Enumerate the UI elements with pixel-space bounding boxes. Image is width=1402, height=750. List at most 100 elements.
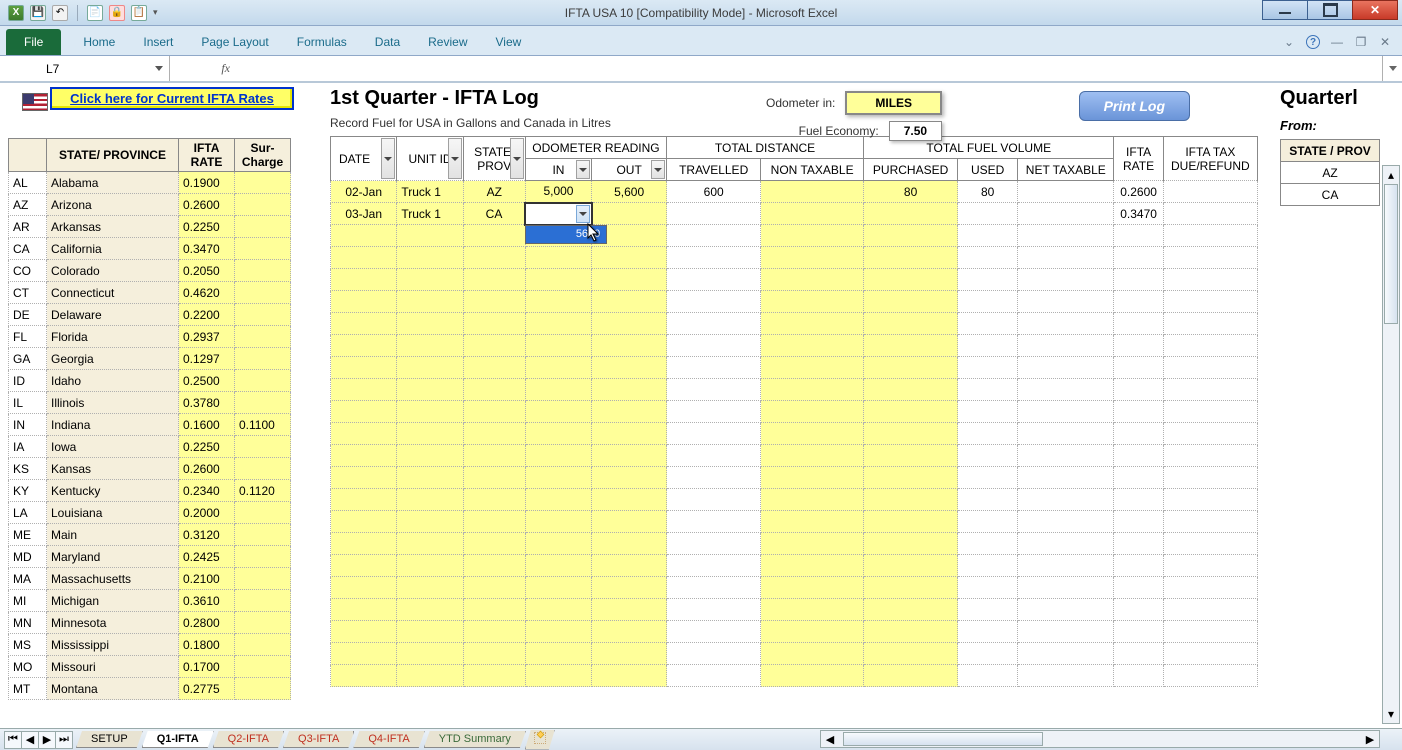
ribbon-tab[interactable]: Home [69,29,129,55]
unit-cell[interactable]: Truck 1 [397,181,463,203]
state-cell[interactable]: AZ [463,181,525,203]
state-surcharge[interactable]: 0.1120 [235,480,291,502]
state-rate[interactable]: 0.3610 [179,590,235,612]
odometer-out-cell[interactable]: 5,600 [592,181,667,203]
filter-icon[interactable] [651,160,665,179]
rate-cell[interactable]: 0.2600 [1114,181,1163,203]
sheet-prev-icon[interactable]: ◀ [21,731,39,749]
scroll-up-icon[interactable]: ▴ [1383,166,1399,184]
hdr-date[interactable]: DATE [331,137,397,181]
state-name[interactable]: Georgia [47,348,179,370]
ribbon-tab[interactable]: Page Layout [187,29,282,55]
state-surcharge[interactable] [235,260,291,282]
state-rate[interactable]: 0.2000 [179,502,235,524]
state-surcharge[interactable] [235,326,291,348]
nettax-cell[interactable] [1018,203,1114,225]
state-rate[interactable]: 0.1600 [179,414,235,436]
state-code[interactable]: CA [9,238,47,260]
state-code[interactable]: IL [9,392,47,414]
unit-cell[interactable]: Truck 1 [397,203,463,225]
state-surcharge[interactable] [235,524,291,546]
state-code[interactable]: MN [9,612,47,634]
sheet-tab-q3[interactable]: Q3-IFTA [283,731,354,748]
state-rate[interactable]: 0.1900 [179,172,235,194]
state-code[interactable]: IN [9,414,47,436]
state-rate[interactable]: 0.2500 [179,370,235,392]
summary-cell[interactable]: AZ [1281,162,1380,184]
purchased-cell[interactable]: 80 [864,181,958,203]
state-surcharge[interactable] [235,546,291,568]
odometer-in-cell[interactable]: 5600 [525,203,591,225]
sheet-tab-q4[interactable]: Q4-IFTA [353,731,424,748]
state-code[interactable]: AL [9,172,47,194]
state-name[interactable]: Maryland [47,546,179,568]
state-code[interactable]: GA [9,348,47,370]
state-code[interactable]: IA [9,436,47,458]
state-surcharge[interactable] [235,458,291,480]
state-name[interactable]: Indiana [47,414,179,436]
state-surcharge[interactable] [235,392,291,414]
formula-input[interactable] [240,56,1382,81]
state-rate[interactable]: 0.2340 [179,480,235,502]
sheet-next-icon[interactable]: ▶ [38,731,56,749]
state-name[interactable]: Illinois [47,392,179,414]
odometer-in-cell[interactable]: 5,000 [525,181,591,203]
undo-icon[interactable]: ↶ [52,5,68,21]
state-rate[interactable]: 0.3120 [179,524,235,546]
state-name[interactable]: Alabama [47,172,179,194]
state-rate[interactable]: 0.2425 [179,546,235,568]
state-surcharge[interactable] [235,238,291,260]
nettax-cell[interactable] [1018,181,1114,203]
state-code[interactable]: MI [9,590,47,612]
state-code[interactable]: CT [9,282,47,304]
filter-icon[interactable] [448,138,462,179]
filter-icon[interactable] [576,160,590,179]
nontax-cell[interactable] [761,181,864,203]
state-name[interactable]: Iowa [47,436,179,458]
save-icon[interactable]: 💾 [30,5,46,21]
state-code[interactable]: MD [9,546,47,568]
odometer-out-cell[interactable] [592,203,667,225]
formula-bar-expand-icon[interactable] [1382,56,1402,81]
hdr-in[interactable]: IN [525,159,591,181]
state-code[interactable]: CO [9,260,47,282]
travelled-cell[interactable]: 600 [667,181,761,203]
qat-icon[interactable]: 📄 [87,5,103,21]
state-rate[interactable]: 0.3470 [179,238,235,260]
state-rate[interactable]: 0.2250 [179,216,235,238]
state-surcharge[interactable] [235,678,291,700]
state-name[interactable]: California [47,238,179,260]
excel-icon[interactable]: X [8,5,24,21]
window-restore-icon[interactable]: ❐ [1354,35,1368,49]
dropdown-item[interactable]: 5600 [526,226,606,243]
state-code[interactable]: MO [9,656,47,678]
state-code[interactable]: ID [9,370,47,392]
state-name[interactable]: Arkansas [47,216,179,238]
state-code[interactable]: AR [9,216,47,238]
dropdown-icon[interactable] [576,205,590,223]
state-name[interactable]: Massachusetts [47,568,179,590]
ribbon-tab[interactable]: Insert [129,29,187,55]
state-name[interactable]: Louisiana [47,502,179,524]
ribbon-minimize-icon[interactable]: ⌄ [1282,35,1296,49]
state-name[interactable]: Idaho [47,370,179,392]
hdr-state[interactable]: STATE/ PROV [463,137,525,181]
sheet-first-icon[interactable]: ⏮ [4,731,22,749]
state-code[interactable]: KY [9,480,47,502]
minimize-button[interactable] [1262,0,1308,20]
state-surcharge[interactable] [235,304,291,326]
state-surcharge[interactable]: 0.1100 [235,414,291,436]
file-tab[interactable]: File [6,29,61,55]
state-code[interactable]: MS [9,634,47,656]
state-surcharge[interactable] [235,370,291,392]
qat-icon[interactable]: 📋 [131,5,147,21]
vertical-scrollbar[interactable]: ▴ ▾ [1382,165,1400,724]
state-name[interactable]: Kentucky [47,480,179,502]
hdr-unit[interactable]: UNIT ID [397,137,463,181]
used-cell[interactable] [958,203,1018,225]
state-surcharge[interactable] [235,172,291,194]
state-rate[interactable]: 0.2600 [179,458,235,480]
state-surcharge[interactable] [235,282,291,304]
state-name[interactable]: Florida [47,326,179,348]
horizontal-scrollbar[interactable]: ◀ ▶ [820,730,1380,748]
